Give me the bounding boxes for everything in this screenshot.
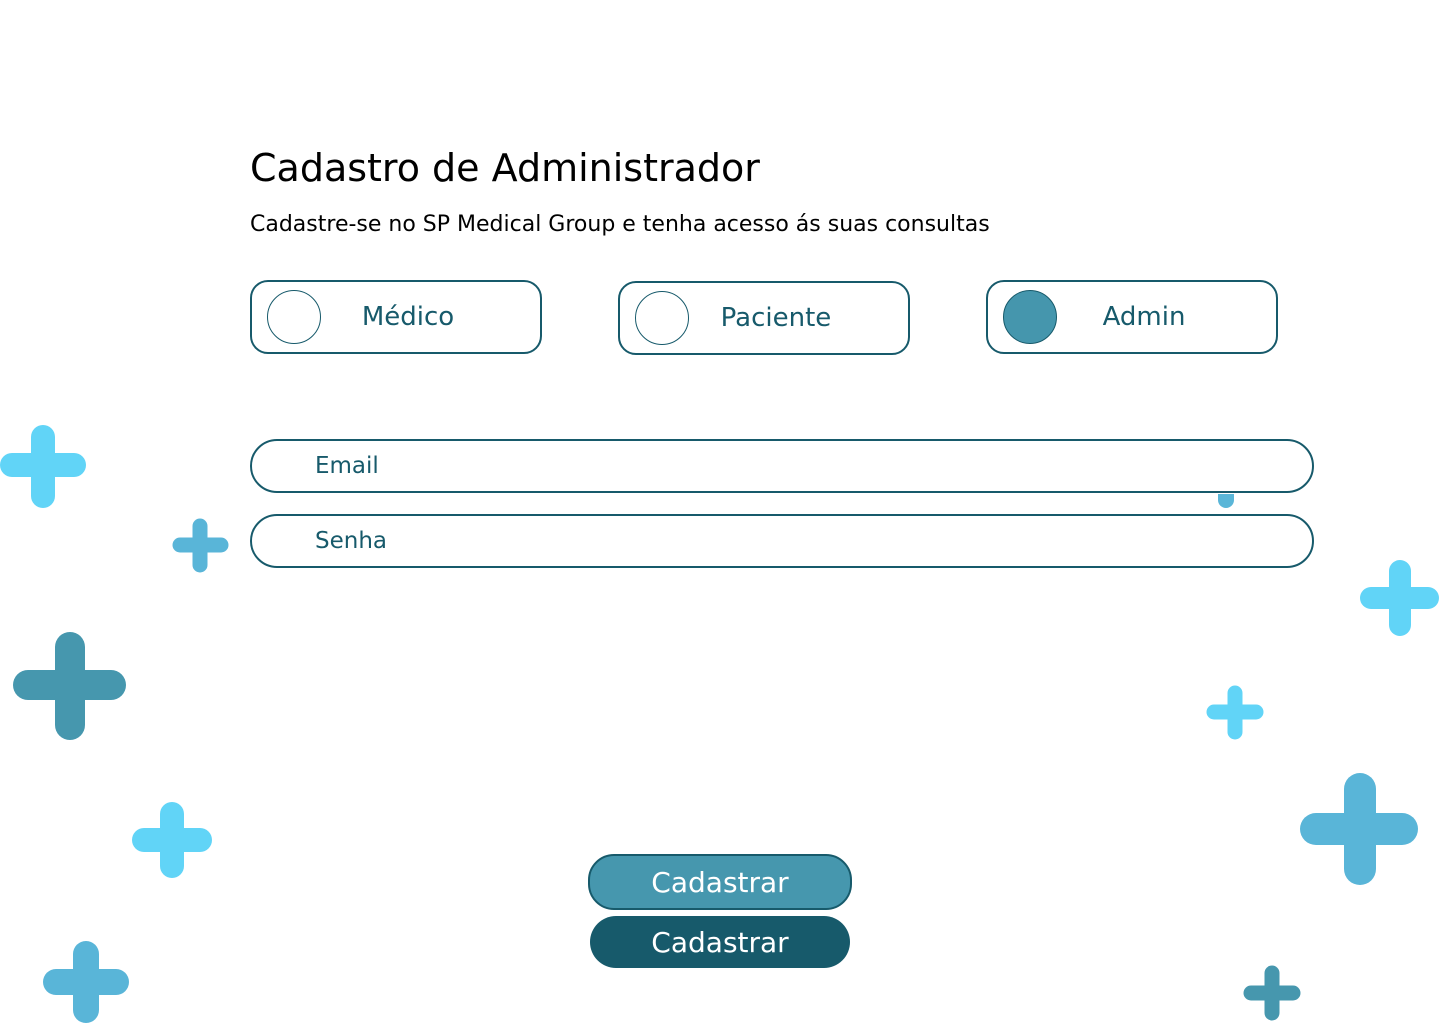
role-label: Admin [1102,302,1186,332]
page: Cadastro de Administrador Cadastre-se no… [0,0,1440,1024]
plus-icon [172,518,229,573]
cursor-marker [1218,494,1234,508]
role-label: Paciente [720,303,832,333]
role-option-paciente[interactable]: Paciente [618,281,910,355]
plus-icon [0,425,86,508]
plus-icon [43,941,129,1023]
plus-icon [132,802,212,878]
role-option-medico[interactable]: Médico [250,280,542,354]
plus-icon [13,632,126,740]
email-field[interactable] [250,439,1314,493]
role-option-admin[interactable]: Admin [986,280,1278,354]
plus-icon [1206,685,1264,740]
plus-icon [1243,965,1301,1021]
register-button-alt[interactable]: Cadastrar [590,916,850,968]
page-title: Cadastro de Administrador [250,146,760,190]
page-subtitle: Cadastre-se no SP Medical Group e tenha … [250,212,990,237]
password-field[interactable] [250,514,1314,568]
register-button[interactable]: Cadastrar [588,854,852,910]
role-label: Médico [361,302,455,332]
plus-icon [1300,773,1418,885]
plus-icon [1360,560,1439,636]
